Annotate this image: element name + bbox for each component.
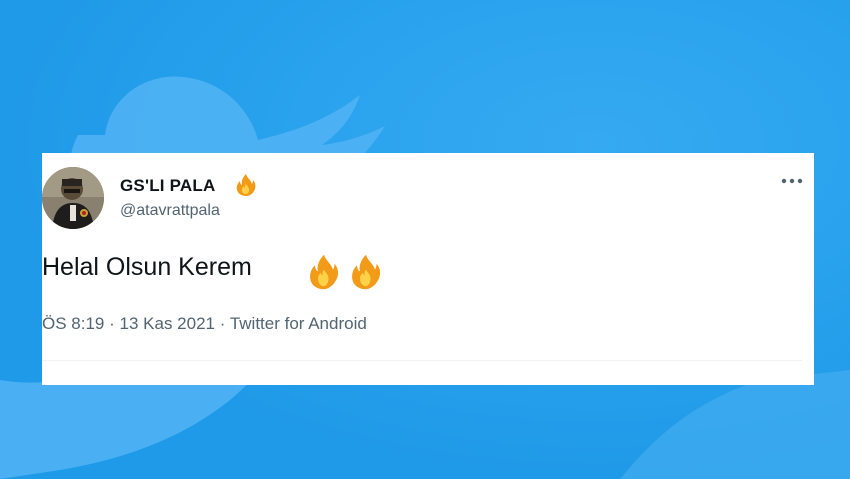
- meta-separator: ·: [219, 314, 226, 333]
- divider: [42, 360, 802, 361]
- tweet-source[interactable]: Twitter for Android: [230, 314, 367, 333]
- display-name[interactable]: GS'LI PALA: [120, 176, 215, 196]
- tweet-time[interactable]: ÖS 8:19: [42, 314, 104, 333]
- user-handle[interactable]: @atavrattpala: [120, 202, 220, 220]
- meta-separator: ·: [109, 314, 115, 333]
- tweet-metadata: ÖS 8:19 · 13 Kas 2021 · Twitter for Andr…: [42, 314, 367, 334]
- avatar-image-icon: [42, 167, 104, 229]
- tweet-text: Helal Olsun Kerem: [42, 253, 252, 281]
- fire-emoji-icon: [310, 254, 339, 290]
- fire-emoji-icon: [236, 174, 256, 196]
- avatar[interactable]: [42, 167, 104, 229]
- fire-emoji-icon: [352, 254, 381, 290]
- more-options-icon[interactable]: [780, 173, 804, 189]
- tweet-date[interactable]: 13 Kas 2021: [120, 314, 215, 333]
- tweet-card[interactable]: GS'LI PALA @atavrattpala Helal Olsun Ker…: [42, 153, 814, 385]
